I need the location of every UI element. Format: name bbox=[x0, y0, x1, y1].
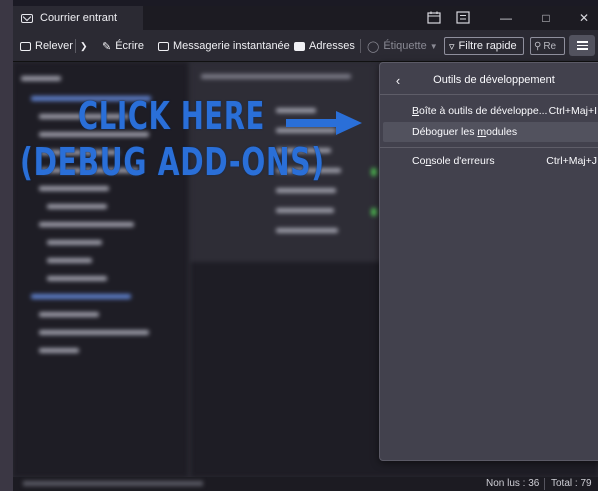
maximize-icon[interactable]: □ bbox=[531, 6, 561, 30]
filter-icon: ▿ bbox=[449, 40, 455, 53]
menu-item-label: Boîte à outils de développe... bbox=[412, 105, 548, 117]
chat-button[interactable]: Messagerie instantanée bbox=[158, 38, 290, 54]
mail-icon bbox=[21, 13, 33, 23]
annotation-line-1: CLICK HERE bbox=[78, 94, 266, 138]
panel-separator bbox=[380, 147, 598, 148]
calendar-icon[interactable] bbox=[427, 11, 441, 24]
search-icon: ⚲ bbox=[534, 40, 542, 52]
menu-item-label: Déboguer les modules bbox=[412, 126, 518, 138]
status-text-blurred bbox=[23, 481, 203, 486]
window-frame-edge bbox=[0, 0, 13, 491]
hamburger-icon bbox=[576, 41, 588, 43]
unread-count: Non lus : 36 bbox=[486, 478, 540, 489]
pencil-icon: ✎ bbox=[102, 40, 112, 53]
toolbar-separator bbox=[75, 39, 76, 53]
chevron-down-icon: ▼ bbox=[429, 41, 438, 51]
toolbar-separator bbox=[360, 39, 361, 53]
menu-item-shortcut: Ctrl+Maj+I bbox=[548, 105, 597, 117]
title-bar: Courrier entrant — □ ✕ bbox=[13, 6, 598, 30]
chat-icon bbox=[158, 41, 169, 51]
menu-item-debug-addons[interactable]: Déboguer les modules bbox=[383, 122, 598, 142]
chevron-down-icon: ❯ bbox=[80, 40, 88, 51]
menu-item-error-console[interactable]: Console d'erreurs Ctrl+Maj+J bbox=[383, 151, 598, 171]
close-icon[interactable]: ✕ bbox=[569, 6, 598, 30]
address-book-label: Adresses bbox=[309, 40, 355, 52]
status-bar: Non lus : 36 Total : 79 bbox=[13, 477, 598, 491]
address-book-icon bbox=[294, 41, 305, 51]
menu-item-shortcut: Ctrl+Maj+J bbox=[546, 155, 597, 167]
total-count: Total : 79 bbox=[551, 478, 592, 489]
minimize-icon[interactable]: — bbox=[491, 6, 521, 30]
tag-label: Étiquette bbox=[383, 40, 427, 52]
arrow-right-icon bbox=[286, 111, 362, 135]
search-placeholder: Re bbox=[543, 40, 557, 52]
chat-label: Messagerie instantanée bbox=[173, 40, 290, 52]
write-button[interactable]: ✎ Écrire bbox=[102, 38, 144, 54]
tasks-icon[interactable] bbox=[456, 11, 470, 24]
write-label: Écrire bbox=[115, 40, 144, 52]
tab-inbox[interactable]: Courrier entrant bbox=[13, 6, 143, 30]
annotation-line-2: (DEBUG ADD-ONS) bbox=[20, 140, 325, 184]
get-messages-icon bbox=[20, 41, 31, 51]
get-messages-button[interactable]: Relever bbox=[20, 38, 73, 54]
menu-item-label: Console d'erreurs bbox=[412, 155, 495, 167]
tag-button[interactable]: ◯ Étiquette ▼ bbox=[367, 38, 438, 54]
devtools-menu-panel: ‹ Outils de développement Boîte à outils… bbox=[379, 62, 598, 461]
app-menu-button[interactable] bbox=[569, 35, 595, 56]
tag-icon: ◯ bbox=[367, 40, 380, 53]
quick-filter-label: Filtre rapide bbox=[458, 40, 517, 52]
tab-label: Courrier entrant bbox=[40, 12, 118, 24]
search-input[interactable]: ⚲ Re bbox=[530, 37, 565, 55]
status-divider bbox=[544, 478, 545, 490]
address-book-button[interactable]: Adresses bbox=[294, 38, 355, 54]
quick-filter-button[interactable]: ▿ Filtre rapide bbox=[444, 37, 524, 55]
thunderbird-window: Courrier entrant — □ ✕ Relever ❯ ✎ Écrir… bbox=[13, 6, 598, 491]
get-messages-label: Relever bbox=[35, 40, 73, 52]
get-messages-dropdown[interactable]: ❯ bbox=[80, 38, 88, 54]
main-toolbar: Relever ❯ ✎ Écrire Messagerie instantané… bbox=[13, 30, 598, 62]
menu-item-toolbox[interactable]: Boîte à outils de développe... Ctrl+Maj+… bbox=[383, 101, 598, 121]
panel-separator bbox=[380, 94, 598, 95]
panel-title: Outils de développement bbox=[433, 74, 555, 86]
